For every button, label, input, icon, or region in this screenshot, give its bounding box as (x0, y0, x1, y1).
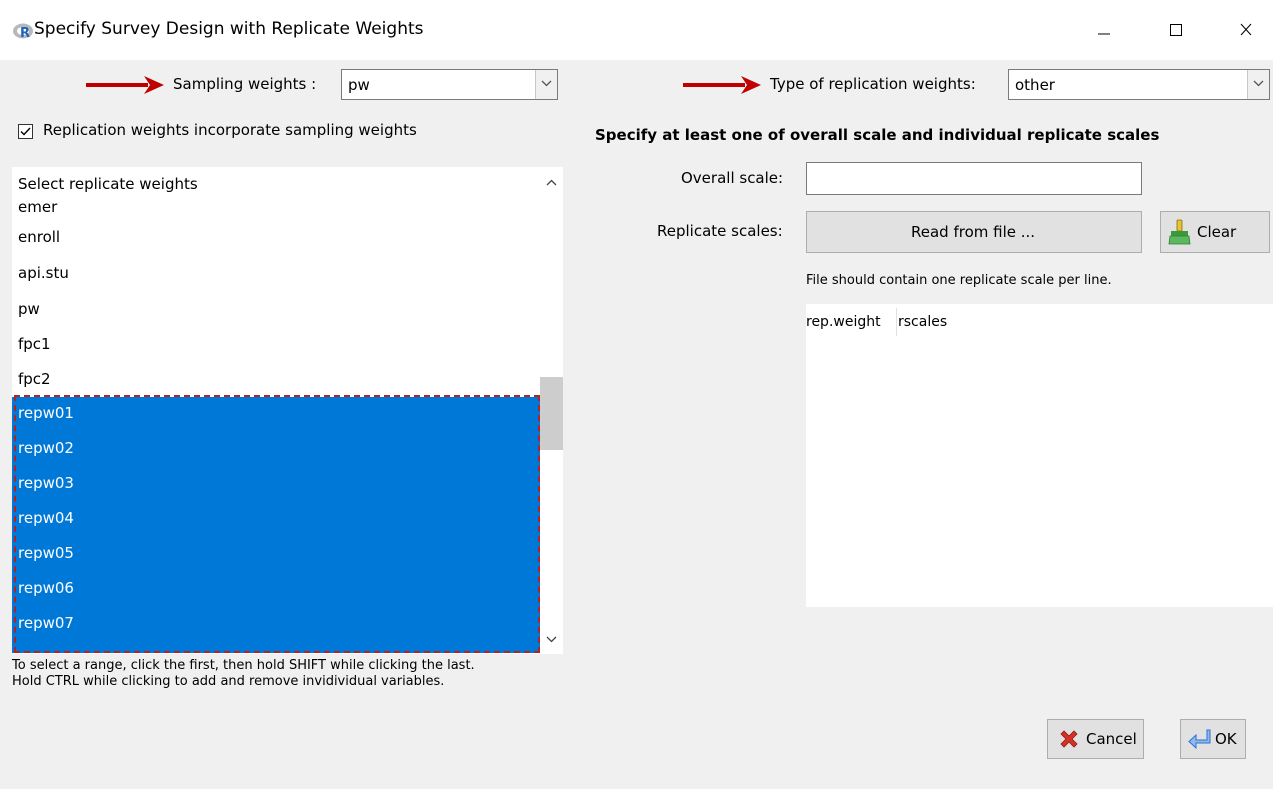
scroll-down-button[interactable] (540, 629, 563, 649)
overall-scale-input[interactable] (806, 162, 1142, 195)
column-separator (896, 308, 897, 336)
cancel-x-icon (1060, 730, 1078, 748)
window-title: Specify Survey Design with Replicate Wei… (34, 19, 424, 39)
list-item-selected[interactable]: repw01 (12, 397, 540, 432)
sampling-weights-value: pw (348, 76, 370, 94)
overall-scale-label: Overall scale: (681, 169, 784, 187)
ok-label: OK (1215, 730, 1237, 748)
replicate-scales-table[interactable]: rep.weight rscales (806, 304, 1273, 607)
incorporate-checkbox[interactable] (18, 124, 33, 139)
replication-type-combobox[interactable]: other (1008, 69, 1270, 100)
cancel-button[interactable]: Cancel (1047, 719, 1144, 759)
chevron-down-icon (1253, 80, 1264, 87)
list-item[interactable]: fpc2 (12, 363, 540, 398)
chevron-up-icon (546, 179, 557, 186)
cancel-label: Cancel (1086, 730, 1137, 748)
list-item[interactable]: fpc1 (12, 328, 540, 363)
red-arrow-icon (86, 76, 164, 94)
ok-button[interactable]: OK (1180, 719, 1246, 759)
list-scrollbar[interactable] (540, 167, 563, 654)
svg-text:R: R (20, 26, 30, 40)
list-item-selected[interactable]: repw02 (12, 432, 540, 467)
column-header-rscales: rscales (898, 314, 948, 330)
broom-icon (1168, 219, 1191, 245)
minimize-icon (1098, 33, 1110, 35)
chevron-down-icon (541, 80, 552, 87)
column-header-rep-weight: rep.weight (806, 314, 881, 330)
title-bar: R Specify Survey Design with Replicate W… (0, 0, 1273, 60)
scroll-thumb[interactable] (540, 377, 563, 450)
read-from-file-button[interactable]: Read from file ... (806, 211, 1142, 253)
list-item[interactable]: enroll (12, 221, 540, 256)
clear-button[interactable]: Clear (1160, 211, 1270, 253)
chevron-down-icon (546, 636, 557, 643)
list-item-selected[interactable]: repw07 (12, 607, 540, 653)
replication-type-value: other (1015, 76, 1055, 94)
sampling-weights-combobox[interactable]: pw (341, 69, 558, 100)
file-format-note: File should contain one replicate scale … (806, 273, 1112, 288)
list-item[interactable]: pw (12, 293, 540, 328)
clear-label: Clear (1197, 223, 1237, 241)
sampling-weights-label: Sampling weights : (173, 75, 317, 93)
enter-arrow-icon (1188, 729, 1211, 750)
scales-heading: Specify at least one of overall scale an… (595, 126, 1160, 144)
list-item-selected[interactable]: repw06 (12, 572, 540, 607)
list-item[interactable]: emer (12, 190, 540, 220)
maximize-icon (1170, 24, 1182, 36)
replication-type-label: Type of replication weights: (770, 75, 976, 93)
selection-hint-line1: To select a range, click the first, then… (12, 658, 475, 673)
checkmark-icon (20, 127, 31, 136)
list-item-selected[interactable]: repw04 (12, 502, 540, 537)
selection-hint-line2: Hold CTRL while clicking to add and remo… (12, 674, 445, 689)
scroll-up-button[interactable] (540, 172, 563, 192)
list-item[interactable]: api.stu (12, 257, 540, 292)
replicate-weights-listbox[interactable]: Select replicate weights emer enroll api… (12, 167, 563, 654)
r-logo-icon: R (13, 23, 33, 40)
close-icon (1240, 23, 1252, 36)
red-arrow-icon (683, 76, 761, 94)
dropdown-button[interactable] (535, 70, 557, 99)
maximize-button[interactable] (1161, 16, 1191, 44)
list-item-selected[interactable]: repw05 (12, 537, 540, 572)
list-item-selected[interactable]: repw03 (12, 467, 540, 502)
dropdown-button[interactable] (1247, 70, 1269, 99)
incorporate-label: Replication weights incorporate sampling… (43, 121, 417, 139)
close-button[interactable] (1231, 16, 1261, 44)
read-from-file-label: Read from file ... (911, 223, 1036, 241)
minimize-button[interactable] (1089, 16, 1119, 44)
replicate-scales-label: Replicate scales: (657, 222, 783, 240)
dialog-window: R Specify Survey Design with Replicate W… (0, 0, 1273, 789)
